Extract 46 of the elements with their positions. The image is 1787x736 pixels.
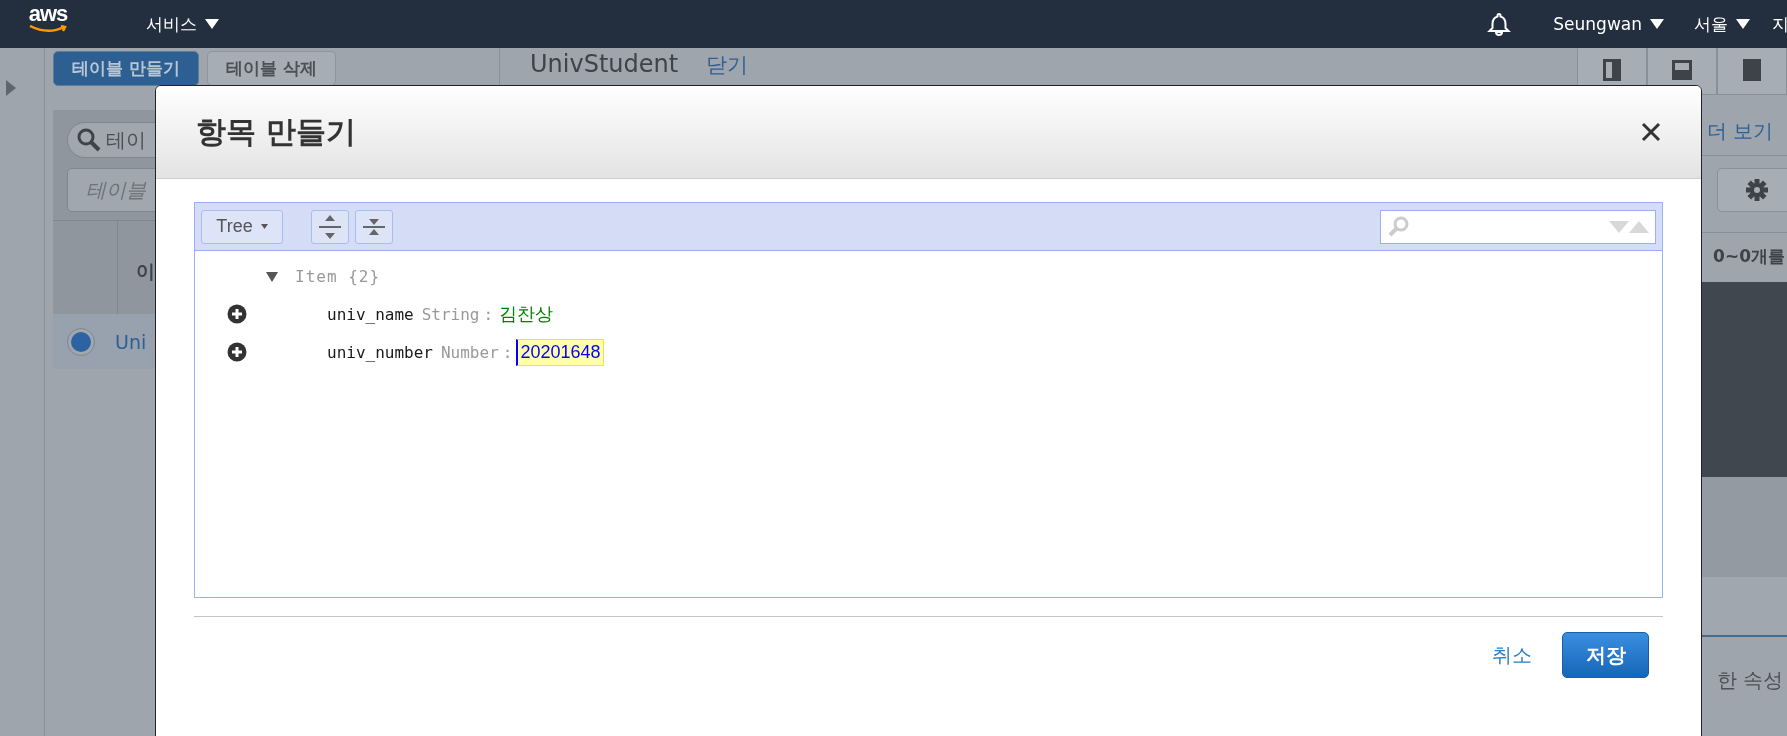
tree-node-label: Item {2}	[295, 266, 381, 286]
attribute-text: 한 속성	[1716, 667, 1784, 694]
expand-icon[interactable]	[6, 80, 16, 96]
nav-item[interactable]: 지	[1772, 12, 1787, 36]
close-icon	[1641, 122, 1661, 142]
full-panel-icon	[1743, 58, 1761, 81]
settings-icon	[1746, 179, 1768, 201]
count-text: 0~0개를	[1713, 245, 1786, 268]
dialog-title: 항목 만들기	[196, 112, 357, 151]
region-menu[interactable]: 서울	[1694, 12, 1750, 36]
bell-icon[interactable]	[1487, 12, 1512, 36]
settings-button[interactable]	[1717, 168, 1787, 212]
services-menu[interactable]: 서비스	[146, 12, 219, 36]
expand-all-button[interactable]	[311, 209, 349, 244]
field-name: univ_number	[327, 342, 433, 362]
radio-button[interactable]	[67, 327, 95, 356]
separator: :	[483, 304, 494, 324]
caret-icon	[205, 19, 219, 29]
aws-logo[interactable]: aws	[22, 3, 74, 33]
field-name: univ_name	[327, 304, 414, 324]
search-icon	[1387, 214, 1411, 239]
save-button[interactable]: 저장	[1562, 632, 1649, 678]
field-type: String	[421, 304, 480, 324]
caret-icon	[1736, 19, 1750, 29]
expand-all-icon	[317, 213, 343, 240]
caret-icon	[260, 224, 268, 229]
column-header[interactable]: 이	[118, 221, 155, 314]
split-horizontal-icon	[1672, 59, 1692, 80]
create-table-button[interactable]: 테이블 만들기	[53, 51, 199, 86]
field-value[interactable]: 김찬상	[497, 300, 556, 328]
collapse-all-button[interactable]	[355, 209, 393, 244]
separator: :	[502, 342, 513, 362]
add-icon[interactable]	[227, 342, 247, 362]
user-menu[interactable]: Seungwan	[1553, 14, 1664, 34]
split-vertical-icon	[1603, 58, 1621, 81]
value-field[interactable]: 20201648	[516, 338, 604, 366]
add-icon[interactable]	[227, 304, 247, 324]
close-link[interactable]: 닫기	[706, 48, 749, 79]
collapse-icon[interactable]	[265, 269, 279, 283]
caret-icon	[1650, 19, 1664, 29]
table-title: UnivStudent	[530, 49, 679, 78]
field-type: Number	[440, 342, 499, 362]
delete-table-button[interactable]: 테이블 삭제	[206, 51, 336, 86]
search-icon	[76, 127, 102, 153]
cancel-link[interactable]: 취소	[1486, 640, 1538, 670]
mode-dropdown[interactable]: Tree	[201, 209, 283, 244]
